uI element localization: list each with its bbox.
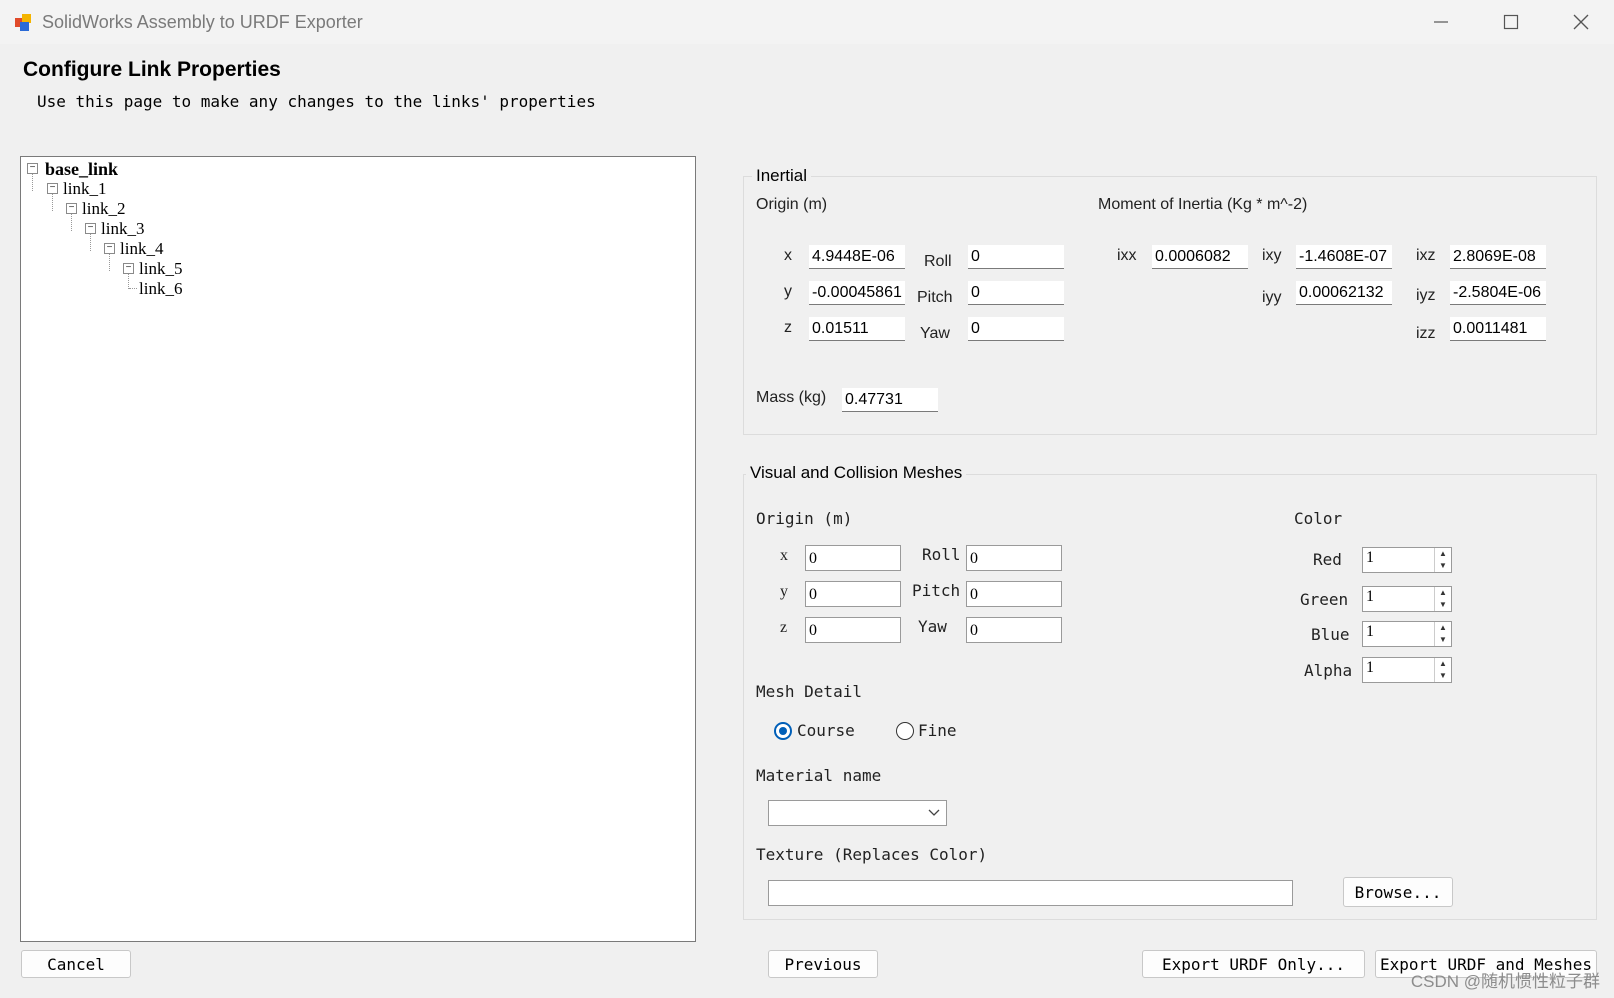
course-label[interactable]: Course (797, 721, 855, 740)
visual-x-label: x (780, 547, 788, 564)
texture-label: Texture (Replaces Color) (756, 845, 988, 864)
chevron-down-icon (928, 809, 940, 816)
inertial-y-field[interactable]: -0.00045861 (809, 281, 905, 305)
ixx-label: ixx (1117, 247, 1137, 264)
fine-radio[interactable] (896, 722, 914, 740)
collapse-icon[interactable]: − (66, 203, 77, 214)
ixy-field[interactable]: -1.4608E-07 (1296, 245, 1392, 269)
watermark: CSDN @随机惯性粒子群 (1410, 972, 1600, 991)
title-bar: SolidWorks Assembly to URDF Exporter (0, 0, 1614, 44)
collapse-icon[interactable]: − (85, 223, 96, 234)
app-icon (15, 14, 31, 31)
blue-label: Blue (1311, 625, 1350, 644)
mass-label: Mass (kg) (756, 389, 827, 406)
visual-yaw-field[interactable]: 0 (966, 617, 1062, 643)
link-tree[interactable]: − base_link − link_1 − link_2 − link_3 −… (20, 156, 696, 942)
export-urdf-only-button[interactable]: Export URDF Only... (1142, 950, 1365, 978)
close-icon[interactable] (1546, 0, 1614, 44)
visual-collision-title: Visual and Collision Meshes (746, 463, 967, 483)
visual-z-field[interactable]: 0 (805, 617, 901, 643)
inertial-yaw-field[interactable]: 0 (968, 317, 1064, 341)
inertial-pitch-field[interactable]: 0 (968, 281, 1064, 305)
green-label: Green (1300, 590, 1349, 609)
material-name-select[interactable] (768, 800, 947, 826)
inertial-roll-label: Roll (924, 253, 952, 270)
inertial-y-label: y (784, 283, 792, 300)
collapse-icon[interactable]: − (27, 163, 38, 174)
green-spinner[interactable]: 1 ▲ ▼ (1362, 586, 1452, 612)
visual-pitch-label: Pitch (912, 581, 961, 600)
mass-field[interactable]: 0.47731 (842, 388, 938, 412)
red-label: Red (1313, 550, 1342, 569)
iyy-field[interactable]: 0.00062132 (1296, 281, 1392, 305)
visual-y-label: y (780, 583, 788, 600)
visual-z-label: z (780, 619, 788, 636)
color-label: Color (1294, 509, 1343, 528)
moment-of-inertia-label: Moment of Inertia (Kg * m^-2) (1098, 196, 1308, 213)
cancel-button[interactable]: Cancel (21, 950, 131, 978)
spin-up-icon[interactable]: ▲ (1435, 548, 1451, 560)
visual-roll-field[interactable]: 0 (966, 545, 1062, 571)
spin-down-icon[interactable]: ▼ (1435, 560, 1451, 572)
spin-up-icon[interactable]: ▲ (1435, 622, 1451, 634)
izz-field[interactable]: 0.0011481 (1450, 317, 1546, 341)
inertial-yaw-label: Yaw (920, 325, 950, 342)
ixy-label: ixy (1262, 247, 1282, 264)
mesh-detail-label: Mesh Detail (756, 682, 862, 701)
visual-y-field[interactable]: 0 (805, 581, 901, 607)
ixz-field[interactable]: 2.8069E-08 (1450, 245, 1546, 269)
page-subtitle: Use this page to make any changes to the… (37, 92, 596, 111)
inertial-x-field[interactable]: 4.9448E-06 (809, 245, 905, 269)
browse-button[interactable]: Browse... (1343, 877, 1453, 907)
iyz-field[interactable]: -2.5804E-06 (1450, 281, 1546, 305)
inertial-z-label: z (784, 319, 792, 336)
visual-x-field[interactable]: 0 (805, 545, 901, 571)
visual-yaw-label: Yaw (918, 617, 947, 636)
material-name-label: Material name (756, 766, 882, 785)
blue-spinner[interactable]: 1 ▲ ▼ (1362, 621, 1452, 647)
fine-label[interactable]: Fine (918, 721, 957, 740)
inertial-pitch-label: Pitch (917, 289, 953, 306)
izz-label: izz (1416, 325, 1436, 342)
red-spinner[interactable]: 1 ▲ ▼ (1362, 547, 1452, 573)
visual-pitch-field[interactable]: 0 (966, 581, 1062, 607)
iyy-label: iyy (1262, 289, 1282, 306)
spin-down-icon[interactable]: ▼ (1435, 599, 1451, 611)
spin-down-icon[interactable]: ▼ (1435, 634, 1451, 646)
minimize-icon[interactable] (1406, 0, 1476, 44)
spin-down-icon[interactable]: ▼ (1435, 670, 1451, 682)
visual-origin-label: Origin (m) (756, 509, 853, 528)
spin-up-icon[interactable]: ▲ (1435, 587, 1451, 599)
alpha-label: Alpha (1304, 661, 1353, 680)
page-title: Configure Link Properties (23, 58, 281, 81)
collapse-icon[interactable]: − (47, 183, 58, 194)
collapse-icon[interactable]: − (123, 263, 134, 274)
maximize-icon[interactable] (1476, 0, 1546, 44)
ixx-field[interactable]: 0.0006082 (1152, 245, 1248, 269)
inertial-title: Inertial (752, 166, 812, 186)
window-title: SolidWorks Assembly to URDF Exporter (42, 12, 363, 32)
inertial-x-label: x (784, 247, 792, 264)
iyz-label: iyz (1416, 287, 1436, 304)
collapse-icon[interactable]: − (104, 243, 115, 254)
inertial-roll-field[interactable]: 0 (968, 245, 1064, 269)
ixz-label: ixz (1416, 247, 1436, 264)
texture-field[interactable] (768, 880, 1293, 906)
visual-roll-label: Roll (922, 545, 961, 564)
alpha-spinner[interactable]: 1 ▲ ▼ (1362, 657, 1452, 683)
previous-button[interactable]: Previous (768, 950, 878, 978)
inertial-z-field[interactable]: 0.01511 (809, 317, 905, 341)
course-radio[interactable] (774, 722, 792, 740)
inertial-origin-label: Origin (m) (756, 196, 828, 213)
spin-up-icon[interactable]: ▲ (1435, 658, 1451, 670)
